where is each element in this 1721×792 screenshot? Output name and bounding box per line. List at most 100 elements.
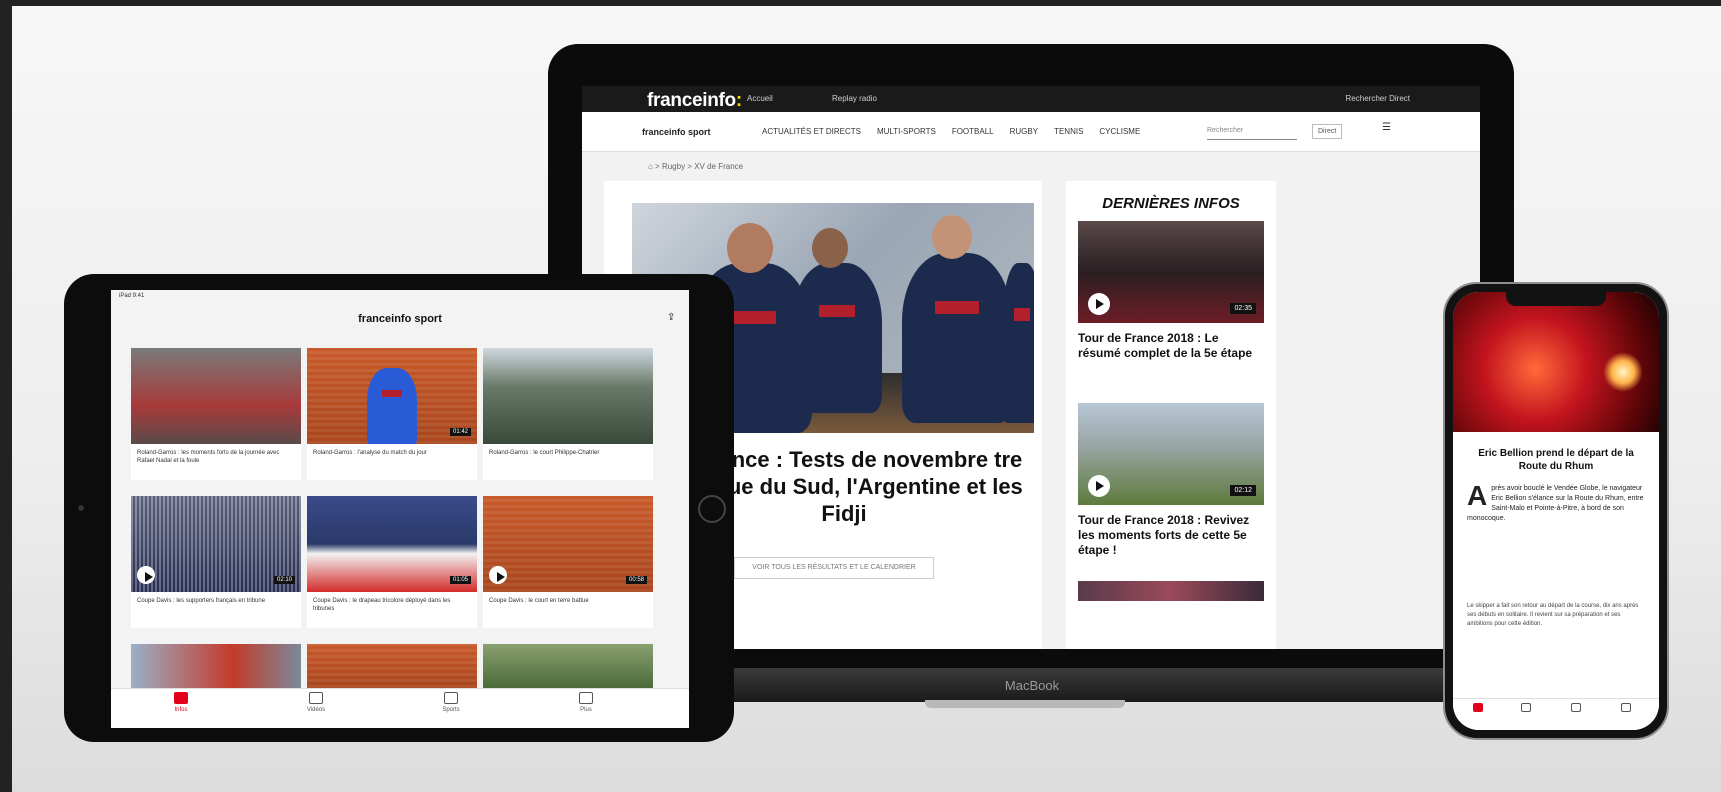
breadcrumb[interactable]: ⌂ > Rugby > XV de France <box>648 162 743 171</box>
nav-item-tennis[interactable]: TENNIS <box>1054 127 1083 136</box>
sidebar-title: DERNIÈRES INFOS <box>1102 195 1240 212</box>
tile-player <box>367 368 417 444</box>
hero-player-2 <box>792 263 882 413</box>
video-tile[interactable]: 02:10 Coupe Davis : les supporters franç… <box>131 496 301 628</box>
video-icon <box>309 692 323 704</box>
tab-videos[interactable]: Vidéos <box>286 692 346 713</box>
nav-item-football[interactable]: FOOTBALL <box>952 127 994 136</box>
tab-plus[interactable] <box>1621 703 1631 712</box>
flare-light <box>1603 352 1643 392</box>
video-tile[interactable] <box>307 644 477 688</box>
sidebar-item-3-image[interactable] <box>1078 581 1264 601</box>
dropcap: A <box>1467 480 1488 511</box>
logo-colon: : <box>735 90 742 111</box>
sidebar-item-2-image[interactable]: 02:12 <box>1078 403 1264 505</box>
nav-items: ACTUALITÉS ET DIRECTS MULTI-SPORTS FOOTB… <box>762 127 1140 136</box>
logo-text: franceinfo <box>647 90 736 111</box>
sports-icon <box>444 692 458 704</box>
site-navbar: franceinfo sport ACTUALITÉS ET DIRECTS M… <box>582 112 1480 152</box>
phone-article-title[interactable]: Eric Bellion prend le départ de la Route… <box>1467 447 1645 473</box>
tile-image <box>131 644 301 688</box>
menu-icon[interactable]: ☰ <box>1382 122 1391 133</box>
tab-label: Infos <box>174 707 188 713</box>
topbar-link-replay[interactable]: Replay radio <box>832 94 877 103</box>
tile-image <box>483 644 653 688</box>
tile-caption: Roland-Garros : le court Philippe-Chatri… <box>489 450 600 456</box>
phone-hero-image[interactable] <box>1453 292 1659 432</box>
results-calendar-button[interactable]: VOIR TOUS LES RÉSULTATS ET LE CALENDRIER <box>734 557 934 579</box>
tile-caption: Roland-Garros : les moments forts de la … <box>137 450 280 464</box>
tile-image <box>483 348 653 444</box>
tile-image <box>307 644 477 688</box>
frame-left-edge <box>0 0 12 792</box>
duration-badge: 00:58 <box>625 576 647 584</box>
share-icon[interactable]: ⇪ <box>667 312 675 323</box>
phone-article-body: Le skipper a fait son retour au départ d… <box>1467 603 1639 627</box>
tile-caption: Coupe Davis : le court en terre battue <box>489 598 589 604</box>
latest-news-sidebar: DERNIÈRES INFOS 02:35 Tour de France 201… <box>1066 181 1276 649</box>
video-tile[interactable] <box>131 644 301 688</box>
lead-text: près avoir bouclé le Vendée Globe, le na… <box>1467 485 1644 522</box>
tablet-status-bar: iPad 9:41 <box>119 293 145 299</box>
hero-player-4 <box>1002 263 1034 423</box>
tablet-home-button[interactable] <box>698 495 726 523</box>
site-topbar: franceinfo: Accueil Replay radio Recherc… <box>582 86 1480 112</box>
tab-label: Vidéos <box>306 707 326 713</box>
tab-plus[interactable]: Plus <box>556 692 616 713</box>
play-icon[interactable] <box>137 566 155 584</box>
video-tile[interactable]: 01:42 Roland-Garros : l'analyse du match… <box>307 348 477 480</box>
video-tile[interactable]: 01:05 Coupe Davis : le drapeau tricolore… <box>307 496 477 628</box>
tile-caption: Roland-Garros : l'analyse du match du jo… <box>313 450 427 456</box>
tab-label: Plus <box>580 707 592 713</box>
tab-videos[interactable] <box>1521 703 1531 712</box>
video-tile[interactable]: Roland-Garros : les moments forts de la … <box>131 348 301 480</box>
phone-article-lead: Après avoir bouclé le Vendée Globe, le n… <box>1467 480 1645 524</box>
video-tile[interactable]: Roland-Garros : le court Philippe-Chatri… <box>483 348 653 480</box>
phone-tab-bar <box>1453 698 1659 730</box>
nav-item-actualites[interactable]: ACTUALITÉS ET DIRECTS <box>762 127 861 136</box>
hero-player-2-head <box>812 228 848 268</box>
tablet-screen: iPad 9:41 franceinfo sport ⇪ Roland-Garr… <box>111 290 689 728</box>
tablet-app-title: franceinfo sport <box>358 313 442 325</box>
video-tile[interactable] <box>483 644 653 688</box>
duration-badge: 02:35 <box>1230 303 1256 314</box>
nav-item-cyclisme[interactable]: CYCLISME <box>1099 127 1140 136</box>
sidebar-item-1-image[interactable]: 02:35 <box>1078 221 1264 323</box>
nav-item-rugby[interactable]: RUGBY <box>1010 127 1038 136</box>
nav-brand[interactable]: franceinfo sport <box>642 127 711 137</box>
tab-sports[interactable]: Sports <box>421 692 481 713</box>
duration-badge: 01:42 <box>449 428 471 436</box>
tab-label: Sports <box>442 707 460 713</box>
topbar-right-links[interactable]: Rechercher Direct <box>1346 94 1410 103</box>
tablet-camera <box>78 505 84 511</box>
tile-caption: Coupe Davis : les supporters français en… <box>137 598 266 604</box>
site-logo[interactable]: franceinfo: <box>647 90 742 112</box>
video-tile[interactable]: 00:58 Coupe Davis : le court en terre ba… <box>483 496 653 628</box>
phone-notch <box>1506 292 1606 306</box>
tab-infos[interactable] <box>1473 703 1483 712</box>
tile-caption: Coupe Davis : le drapeau tricolore déplo… <box>313 598 451 612</box>
duration-badge: 02:10 <box>273 576 295 584</box>
hero-coach-head <box>727 223 773 273</box>
hero-player-3-head <box>932 215 972 259</box>
duration-badge: 01:05 <box>449 576 471 584</box>
tab-sports[interactable] <box>1571 703 1581 712</box>
topbar-link-accueil[interactable]: Accueil <box>747 94 773 103</box>
play-icon[interactable] <box>1088 475 1110 497</box>
frame-top-edge <box>0 0 1721 6</box>
phone-screen: Eric Bellion prend le départ de la Route… <box>1453 292 1659 730</box>
more-icon <box>579 692 593 704</box>
search-input[interactable]: Rechercher <box>1207 124 1297 140</box>
hero-player-3 <box>902 253 1012 423</box>
tab-infos[interactable]: Infos <box>151 692 211 713</box>
play-icon[interactable] <box>1088 293 1110 315</box>
sidebar-item-2-caption[interactable]: Tour de France 2018 : Revivez les moment… <box>1078 513 1264 558</box>
direct-button[interactable]: Direct <box>1312 124 1343 139</box>
news-icon <box>174 692 188 704</box>
laptop-hinge <box>925 700 1125 708</box>
nav-item-multisports[interactable]: MULTI-SPORTS <box>877 127 936 136</box>
sidebar-item-1-caption[interactable]: Tour de France 2018 : Le résumé complet … <box>1078 331 1264 361</box>
tablet-tab-bar: Infos Vidéos Sports Plus <box>111 688 689 728</box>
play-icon[interactable] <box>489 566 507 584</box>
tile-image <box>131 348 301 444</box>
